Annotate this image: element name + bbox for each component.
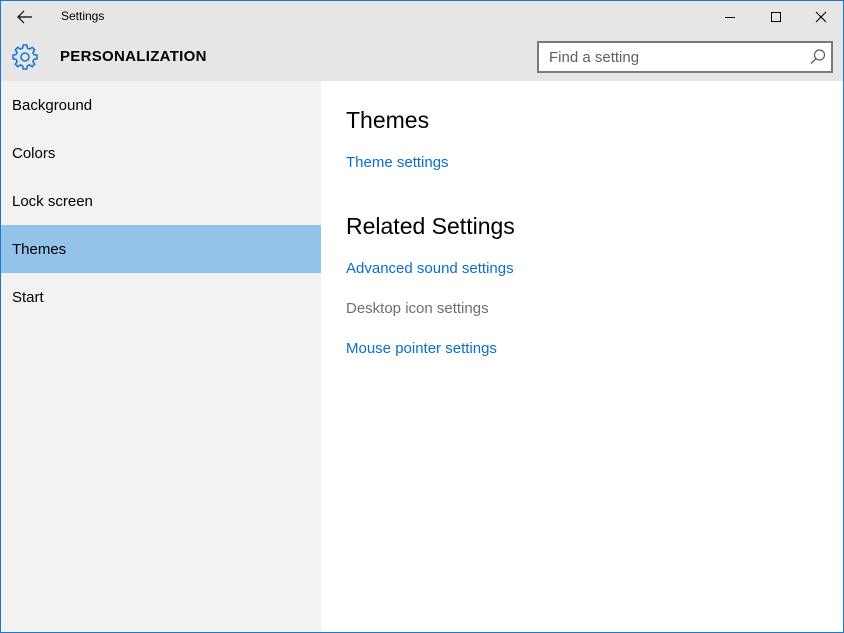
minimize-button[interactable]: [707, 1, 753, 33]
sidebar-item-label: Background: [12, 96, 93, 114]
settings-header: PERSONALIZATION: [1, 33, 843, 81]
minimize-icon: [725, 17, 735, 18]
search-input[interactable]: [539, 43, 799, 71]
sidebar-item-background[interactable]: Background: [1, 81, 321, 129]
close-icon: [815, 11, 827, 23]
themes-heading: Themes: [346, 107, 430, 133]
sidebar-nav: Background Colors Lock screen Themes Sta…: [1, 81, 321, 632]
sidebar-item-label: Themes: [12, 240, 67, 258]
advanced-sound-settings-link[interactable]: Advanced sound settings: [346, 260, 514, 277]
sidebar-item-lock-screen[interactable]: Lock screen: [1, 177, 321, 225]
gear-icon: [12, 44, 38, 70]
mouse-pointer-settings-link[interactable]: Mouse pointer settings: [346, 340, 497, 357]
sidebar-item-colors[interactable]: Colors: [1, 129, 321, 177]
window-title: Settings: [61, 9, 105, 23]
settings-window: Settings PERSONALIZATION Find a setting …: [0, 0, 844, 633]
maximize-icon: [771, 12, 781, 22]
sidebar-item-themes[interactable]: Themes: [1, 225, 321, 273]
sidebar-item-label: Lock screen: [12, 192, 93, 210]
search-icon[interactable]: [809, 48, 827, 66]
back-arrow-icon: [17, 10, 32, 24]
back-button[interactable]: [7, 1, 43, 33]
close-button[interactable]: [798, 1, 843, 33]
main-content: Themes Theme settings Related Settings A…: [321, 81, 843, 632]
section-title: PERSONALIZATION: [60, 48, 207, 65]
sidebar-item-start[interactable]: Start: [1, 273, 321, 321]
sidebar-item-label: Colors: [12, 144, 56, 162]
title-bar: Settings: [1, 1, 843, 33]
theme-settings-link[interactable]: Theme settings: [346, 154, 449, 171]
sidebar-item-label: Start: [12, 288, 44, 306]
search-box[interactable]: [537, 41, 833, 73]
desktop-icon-settings-link: Desktop icon settings: [346, 300, 489, 317]
maximize-button[interactable]: [753, 1, 799, 33]
related-settings-heading: Related Settings: [346, 213, 515, 239]
